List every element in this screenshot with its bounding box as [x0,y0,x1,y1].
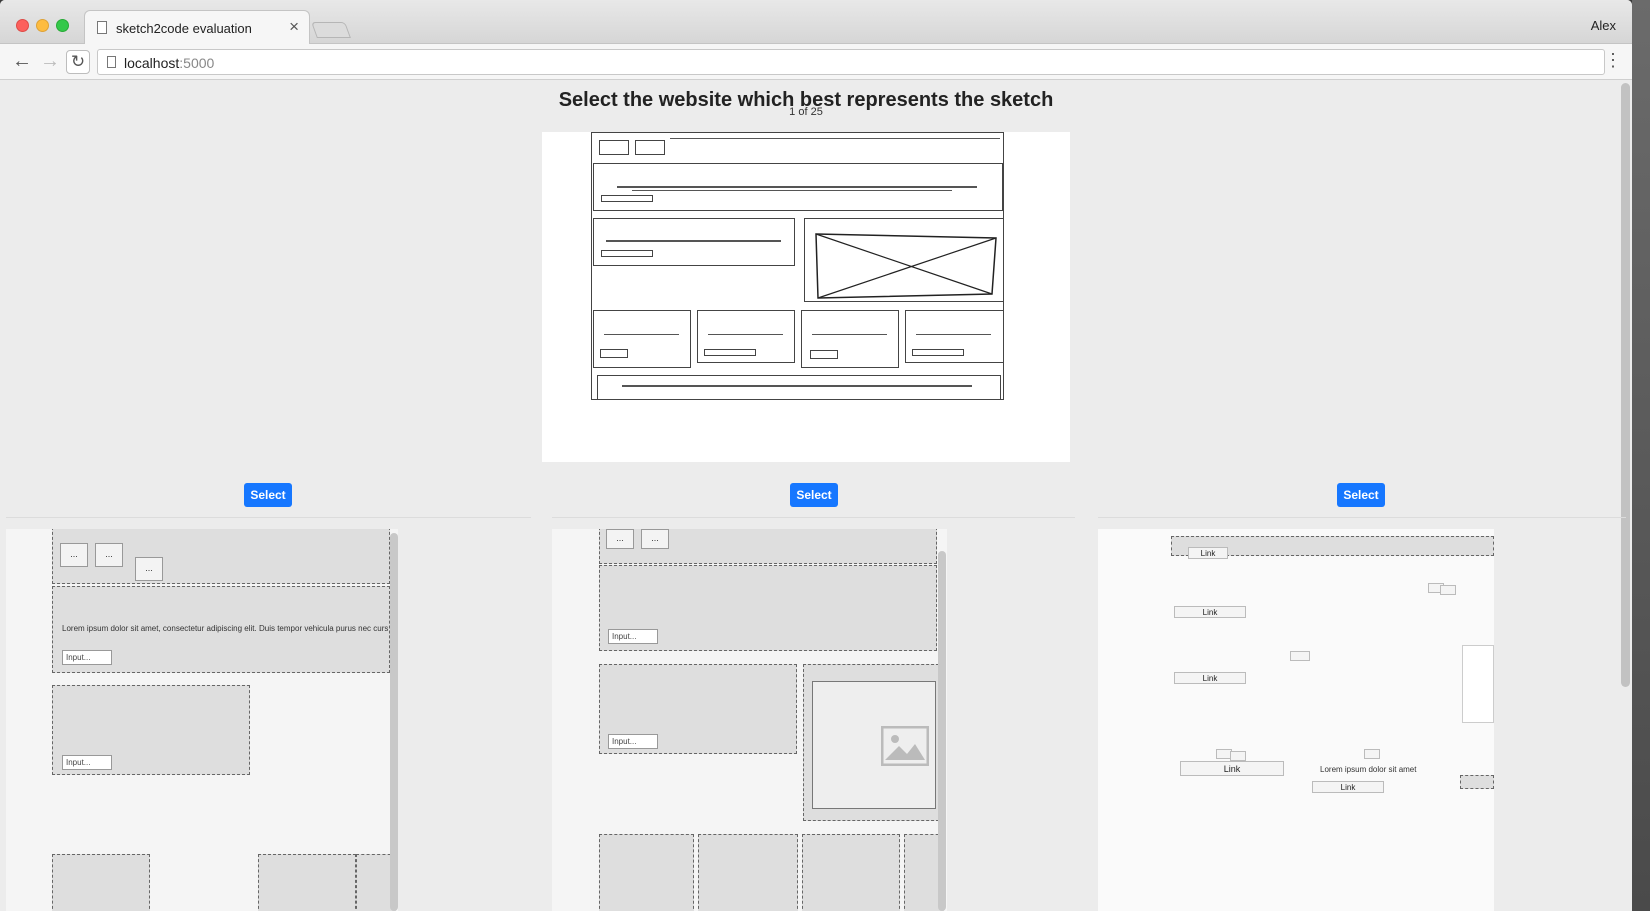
sketch-image-placeholder-icon [815,233,997,299]
sketch-footer-box [597,375,1001,400]
menu-icon[interactable]: ⋮ [1604,50,1622,71]
sketch-button [912,349,964,356]
sketch-line [606,240,781,242]
sketch-image [542,132,1070,462]
maximize-window-button[interactable] [56,19,69,32]
preview-card [599,834,694,911]
website-preview-1[interactable]: ... ... ... Lorem ipsum dolor sit amet, … [6,529,398,911]
select-button-1[interactable]: Select [244,483,292,507]
website-preview-3[interactable]: Link Link Link Link Link Lorem ipsum dol… [1098,529,1494,911]
preview-card [802,834,900,911]
browser-tab[interactable]: sketch2code evaluation × [84,10,310,44]
divider [1098,517,1626,518]
preview-nav-button: ... [606,529,634,549]
sketch-line [632,190,952,191]
profile-name[interactable]: Alex [1591,18,1616,33]
browser-window: sketch2code evaluation × Alex ← → ↻ loca… [0,0,1632,911]
preview-link: Link [1174,606,1246,618]
forward-icon[interactable]: → [38,50,62,74]
preview-nav-button: ... [641,529,669,549]
preview-link: Link [1180,761,1284,776]
sketch-card [593,310,691,368]
sketch-button [704,349,756,356]
sketch-line [670,138,1000,139]
sketch-button [601,250,653,257]
preview-card [258,854,356,911]
address-bar[interactable]: localhost:5000 [97,49,1605,75]
preview-nav-button: ... [135,557,163,581]
preview-nav-button: ... [95,543,123,567]
image-placeholder-icon [881,726,929,766]
sketch-line [916,334,991,335]
desktop-background [1632,0,1650,911]
preview-box [1460,775,1494,789]
preview-scrollbar[interactable] [390,533,398,911]
reload-icon[interactable]: ↻ [66,50,90,74]
minimize-window-button[interactable] [36,19,49,32]
sketch-button [600,349,628,358]
url-port: :5000 [179,55,215,71]
close-tab-icon[interactable]: × [289,17,299,37]
sketch-line [622,385,972,387]
preview-text: Lorem ipsum dolor sit amet, consectetur … [62,624,389,633]
sketch-line [604,334,679,335]
preview-link [1440,585,1456,595]
website-preview-2[interactable]: ... ... Input... Input... [552,529,947,911]
preview-input: Input... [62,755,112,770]
page-scrollbar[interactable] [1621,83,1630,687]
preview-card [698,834,798,911]
preview-input: Input... [62,650,112,665]
preview-image-box [812,681,936,809]
page-content: Select the website which best represents… [0,81,1632,911]
page-icon [97,21,107,34]
preview-text: Lorem ipsum dolor sit amet [1320,765,1417,774]
divider [552,517,1075,518]
url-text: localhost:5000 [124,55,214,71]
sketch-nav-button [635,140,665,155]
preview-box [1462,645,1494,723]
page-info-icon[interactable] [107,56,116,68]
sketch-text-box [593,218,795,266]
preview-input: Input... [608,734,658,749]
progress-counter: 1 of 25 [789,106,823,118]
tab-bar: sketch2code evaluation × Alex [0,0,1632,44]
preview-nav-button: ... [60,543,88,567]
preview-input: Input... [608,629,658,644]
select-button-2[interactable]: Select [790,483,838,507]
sketch-line [617,186,977,188]
preview-link: Link [1312,781,1384,793]
sketch-line [708,334,783,335]
preview-link: Link [1188,547,1228,559]
sketch-button [601,195,653,202]
tab-title: sketch2code evaluation [116,21,252,36]
sketch-line [812,334,887,335]
preview-link [1364,749,1380,759]
sketch-nav-button [599,140,629,155]
browser-toolbar: ← → ↻ localhost:5000 ⋮ [0,44,1632,80]
new-tab-button[interactable] [311,22,351,38]
select-button-3[interactable]: Select [1337,483,1385,507]
sketch-button [810,350,838,359]
sketch-card [801,310,899,368]
preview-link [1290,651,1310,661]
close-window-button[interactable] [16,19,29,32]
preview-scrollbar[interactable] [938,551,946,911]
divider [6,517,531,518]
preview-card [52,854,150,911]
preview-link: Link [1174,672,1246,684]
preview-link [1230,751,1246,761]
url-host: localhost [124,55,180,71]
back-icon[interactable]: ← [10,50,34,74]
